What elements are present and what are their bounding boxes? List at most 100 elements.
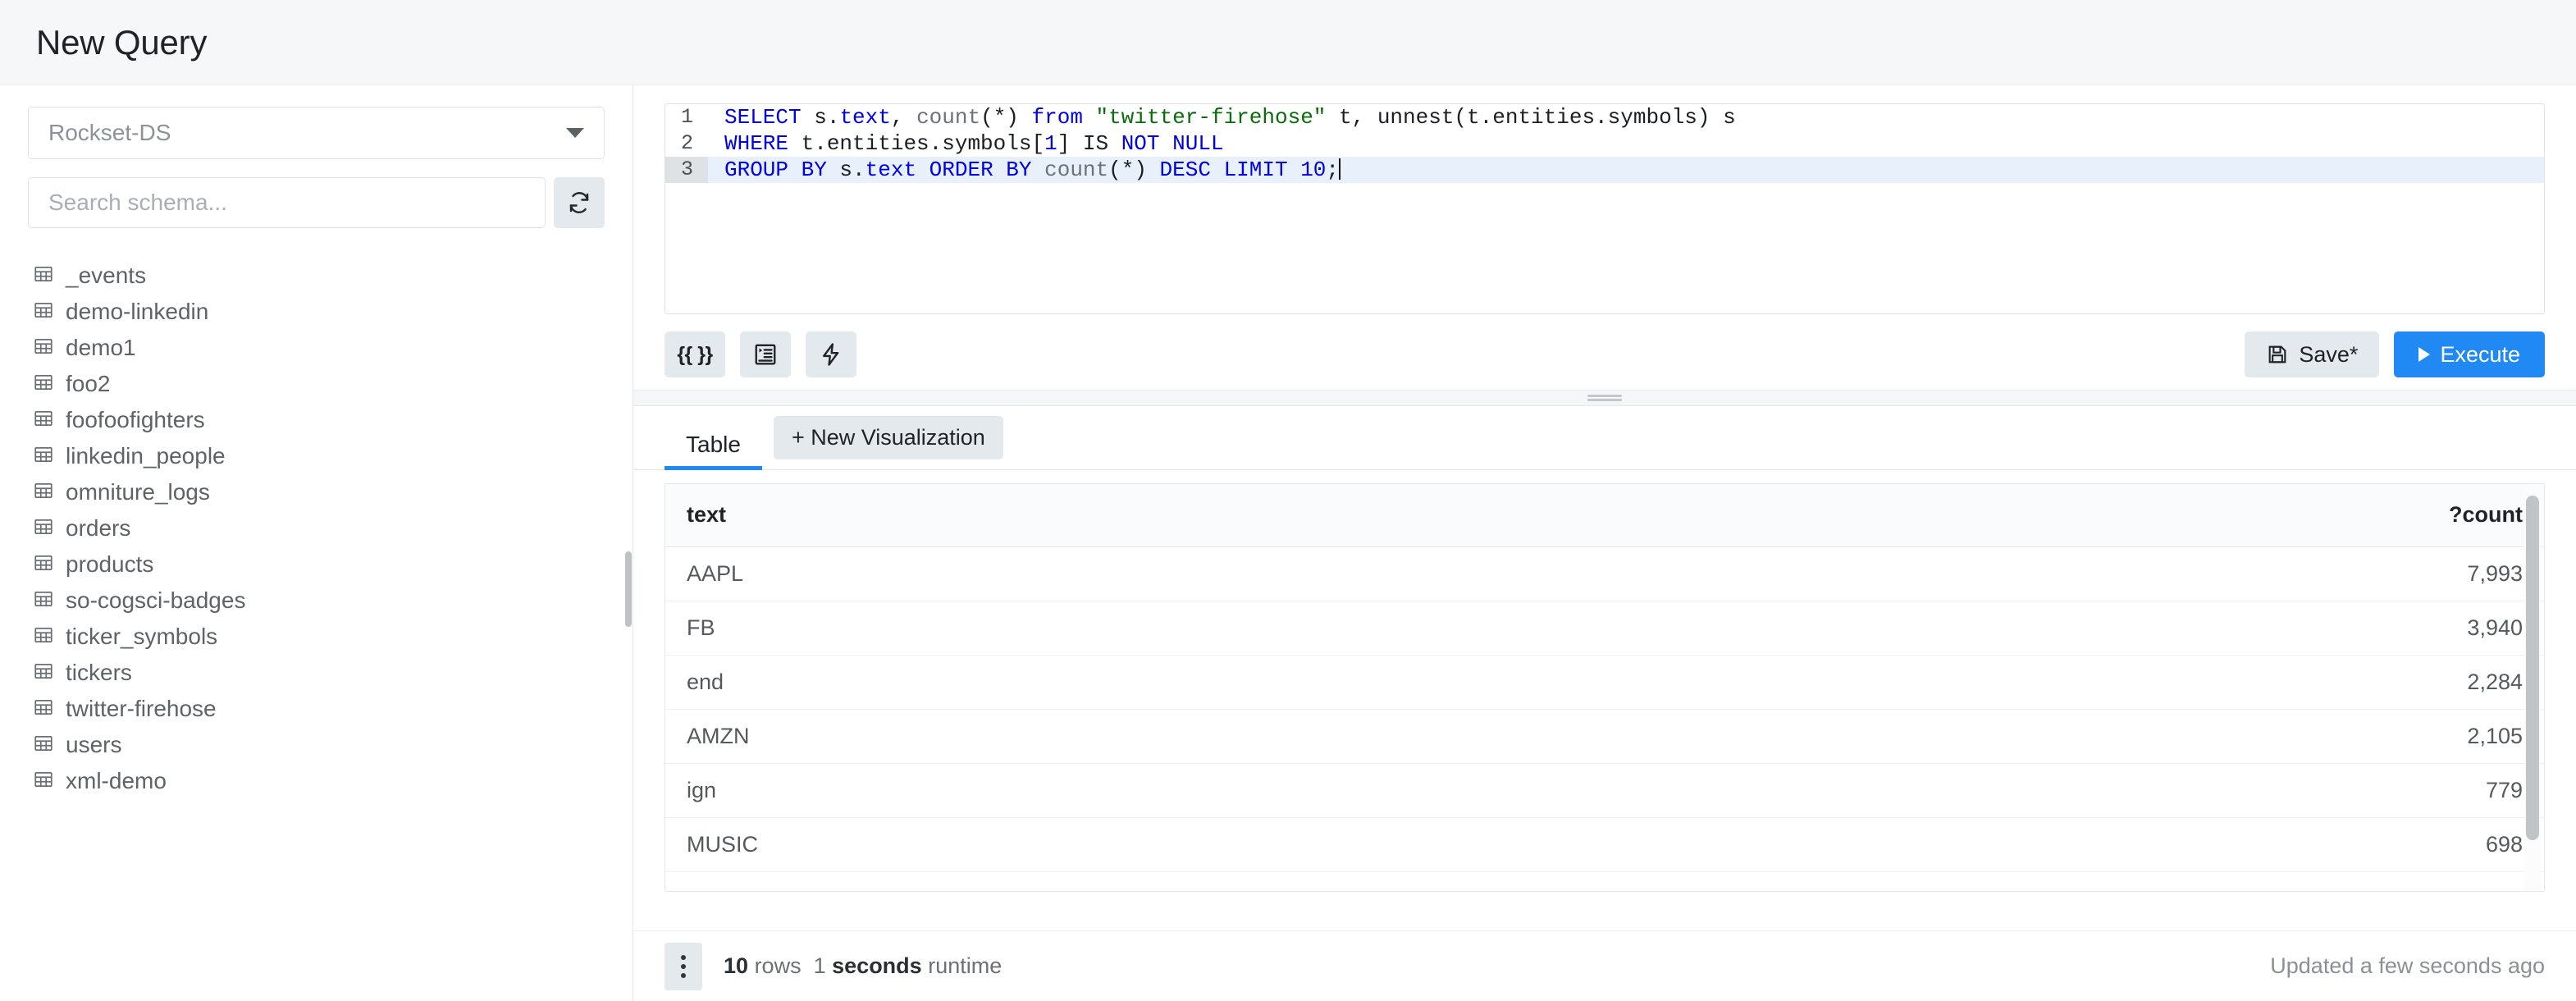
table-row[interactable]: FB 3,940	[665, 601, 2544, 656]
collection-name: tickers	[66, 660, 132, 685]
save-button[interactable]: Save*	[2245, 331, 2380, 377]
table-icon	[33, 444, 54, 469]
sql-keyword: SELECT	[724, 105, 802, 130]
sql-keyword: text	[839, 105, 891, 130]
results-options-button[interactable]	[665, 942, 702, 990]
collection-name: so-cogsci-badges	[66, 587, 246, 613]
collection-item[interactable]: tickers	[0, 655, 633, 691]
tab-table[interactable]: Table	[665, 433, 762, 470]
new-visualization-button[interactable]: + New Visualization	[773, 416, 1003, 459]
collection-item[interactable]: foofoofighters	[0, 402, 633, 438]
cell-count: 2,284	[1605, 655, 2544, 710]
table-icon	[33, 336, 54, 361]
search-input[interactable]	[28, 177, 546, 228]
collection-item[interactable]: linkedin_people	[0, 438, 633, 474]
refresh-schema-button[interactable]	[554, 177, 605, 228]
sql-keyword: GROUP BY	[724, 158, 827, 182]
collection-name: omniture_logs	[66, 479, 210, 505]
sql-keyword: WHERE	[724, 131, 789, 156]
collection-item[interactable]: orders	[0, 510, 633, 546]
text-caret	[1339, 158, 1341, 180]
save-button-label: Save*	[2299, 341, 2359, 367]
results-summary: 10 rows 1 seconds runtime	[724, 953, 1002, 979]
refresh-icon	[569, 192, 589, 213]
table-icon	[33, 733, 54, 758]
sql-plain: ;	[1326, 158, 1340, 182]
column-header-text[interactable]: text	[665, 484, 1605, 547]
sidebar-scrollbar[interactable]	[625, 551, 632, 627]
collection-item[interactable]: demo1	[0, 330, 633, 366]
sql-plain: (*)	[1108, 158, 1160, 182]
table-icon	[34, 663, 53, 679]
sql-keyword: from	[1031, 105, 1083, 130]
query-parameters-button[interactable]: {{ }}	[665, 331, 725, 377]
code-line[interactable]: 2 WHERE t.entities.symbols[1] IS NOT NUL…	[665, 130, 2544, 157]
panel-splitter[interactable]	[633, 390, 2576, 406]
collection-name: twitter-firehose	[66, 696, 217, 721]
table-row[interactable]: AMZN 2,105	[665, 709, 2544, 764]
datasource-label: Rockset-DS	[48, 120, 171, 145]
sql-number: 1	[1044, 131, 1057, 156]
sql-function: count	[1044, 158, 1109, 182]
collection-item[interactable]: demo-linkedin	[0, 294, 633, 330]
line-number: 3	[665, 157, 708, 183]
sql-keyword: text	[865, 158, 917, 182]
execute-button-label: Execute	[2440, 341, 2520, 367]
column-header-count[interactable]: ?count	[1605, 484, 2544, 547]
table-row[interactable]: MUSIC 698	[665, 817, 2544, 872]
table-row[interactable]: end 2,284	[665, 655, 2544, 710]
runtime-value: 1	[813, 953, 826, 978]
chevron-down-icon	[566, 128, 584, 138]
collection-item[interactable]: xml-demo	[0, 763, 633, 799]
table-icon	[34, 735, 53, 751]
table-icon	[34, 519, 53, 534]
format-query-button[interactable]	[740, 331, 791, 377]
table-icon	[33, 588, 54, 614]
execute-button[interactable]: Execute	[2394, 331, 2545, 377]
collection-item[interactable]: so-cogsci-badges	[0, 583, 633, 619]
code-line-active[interactable]: 3 GROUP BY s.text ORDER BY count(*) DESC…	[665, 157, 2544, 183]
collection-item[interactable]: users	[0, 727, 633, 763]
results-scrollbar[interactable]	[2526, 496, 2539, 840]
datasource-select[interactable]: Rockset-DS	[28, 107, 605, 159]
results-table-body: AAPL 7,993 FB 3,940 end 2,284 AMZN 2,105 ign 779 M…	[665, 546, 2544, 872]
drag-handle-icon	[1587, 393, 1622, 403]
table-icon	[33, 408, 54, 433]
indent-format-icon	[755, 344, 776, 365]
collection-item[interactable]: products	[0, 546, 633, 583]
table-icon	[34, 627, 53, 642]
collection-item[interactable]: _events	[0, 258, 633, 294]
table-icon	[34, 410, 53, 426]
collection-name: demo-linkedin	[66, 299, 209, 324]
lightning-bolt-icon	[823, 343, 839, 366]
sql-plain	[916, 158, 929, 182]
explain-query-button[interactable]	[806, 331, 856, 377]
sql-function: count	[916, 105, 981, 130]
collection-name: orders	[66, 515, 131, 541]
results-status-bar: 10 rows 1 seconds runtime Updated a few …	[633, 930, 2576, 1001]
sql-editor[interactable]: 1 SELECT s.text, count(*) from "twitter-…	[665, 103, 2545, 314]
collection-item[interactable]: ticker_symbols	[0, 619, 633, 655]
query-pane: 1 SELECT s.text, count(*) from "twitter-…	[633, 85, 2576, 1001]
table-icon	[34, 302, 53, 318]
collection-item[interactable]: twitter-firehose	[0, 691, 633, 727]
sql-plain	[1288, 158, 1301, 182]
sql-string: "twitter-firehose"	[1095, 105, 1327, 130]
collection-name: xml-demo	[66, 768, 167, 793]
table-icon	[34, 446, 53, 462]
table-icon	[33, 299, 54, 325]
sql-plain: s.	[801, 105, 840, 130]
sql-keyword: DESC	[1159, 158, 1211, 182]
sql-plain: t, unnest(t.entities.symbols) s	[1326, 105, 1736, 130]
collection-list[interactable]: _events demo-linkedin demo1 foo2 foofoofight…	[0, 249, 633, 963]
kebab-menu-icon	[681, 954, 686, 960]
sql-plain: ,	[890, 105, 917, 130]
collection-item[interactable]: omniture_logs	[0, 474, 633, 510]
editor-region: 1 SELECT s.text, count(*) from "twitter-…	[633, 85, 2576, 314]
code-line[interactable]: 1 SELECT s.text, count(*) from "twitter-…	[665, 104, 2544, 130]
play-icon	[2418, 347, 2431, 362]
collection-item[interactable]: foo2	[0, 366, 633, 402]
results-table-head: text ?count	[665, 484, 2544, 547]
table-row[interactable]: AAPL 7,993	[665, 546, 2544, 601]
table-row[interactable]: ign 779	[665, 763, 2544, 818]
